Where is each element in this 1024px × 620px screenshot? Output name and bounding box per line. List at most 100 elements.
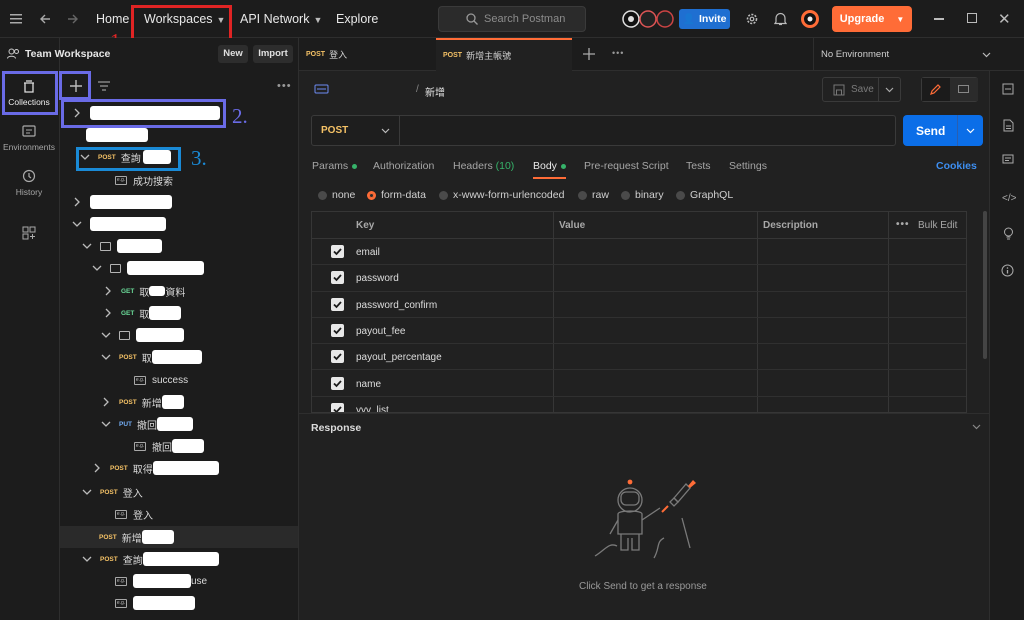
request-item-get[interactable]: GET 取 xyxy=(103,304,182,322)
table-options-icon[interactable]: ••• xyxy=(896,219,910,230)
menu-icon[interactable] xyxy=(10,14,22,24)
tab-tests[interactable]: Tests xyxy=(686,160,711,172)
example-item[interactable]: e.g. xyxy=(115,594,195,612)
row-checkbox[interactable] xyxy=(331,402,344,412)
row-key[interactable]: payout_fee xyxy=(356,326,406,337)
bulk-edit-link[interactable]: Bulk Edit xyxy=(918,220,957,231)
method-select[interactable]: POST xyxy=(312,116,400,145)
request-item-post-query2[interactable]: POST 查詢 xyxy=(82,550,219,568)
table-row[interactable]: name xyxy=(312,371,966,397)
tab-params[interactable]: Params xyxy=(312,160,358,172)
request-item-get[interactable]: GET 取 資料 xyxy=(103,282,185,300)
info-icon[interactable] xyxy=(1001,264,1014,277)
nav-api-network[interactable]: API Network ▼ xyxy=(240,12,322,26)
send-button[interactable]: Send xyxy=(903,115,983,146)
sidebar-search-input[interactable] xyxy=(119,78,269,96)
more-options-icon[interactable]: ••• xyxy=(277,80,292,92)
row-key[interactable]: payout_percentage xyxy=(356,352,442,363)
radio-graphql[interactable]: GraphQL xyxy=(676,189,733,201)
import-button[interactable]: Import xyxy=(253,45,293,63)
table-row[interactable]: password_confirm xyxy=(312,292,966,318)
radio-x-www-form-urlencoded[interactable]: x-www-form-urlencoded xyxy=(439,189,564,201)
cookies-link[interactable]: Cookies xyxy=(936,160,977,172)
url-input[interactable] xyxy=(402,116,892,145)
tab-authorization[interactable]: Authorization xyxy=(373,160,434,172)
request-item-put[interactable]: PUT 撤回 xyxy=(101,415,193,433)
invite-button[interactable]: 👤 Invite xyxy=(679,9,730,29)
example-item[interactable]: e.g. 撤回 xyxy=(134,437,204,455)
list-item[interactable] xyxy=(72,215,166,233)
documentation-icon[interactable] xyxy=(1003,119,1014,132)
request-item-post[interactable]: POST 新增 xyxy=(101,393,184,411)
table-scrollbar[interactable] xyxy=(983,211,987,359)
list-item[interactable] xyxy=(86,126,148,144)
tab-body[interactable]: Body xyxy=(533,160,566,172)
table-row[interactable]: payout_percentage xyxy=(312,344,966,371)
list-item[interactable] xyxy=(72,193,172,211)
api-icon[interactable] xyxy=(1002,83,1014,95)
rail-configure-workbench[interactable] xyxy=(0,226,58,244)
row-checkbox[interactable] xyxy=(331,271,344,285)
row-checkbox[interactable] xyxy=(331,245,344,258)
save-button[interactable]: Save xyxy=(822,77,901,102)
code-snippet-icon[interactable]: </> xyxy=(1002,193,1016,204)
view-mode-toggle[interactable] xyxy=(921,77,978,102)
request-item-post[interactable]: POST 取得 xyxy=(92,459,219,477)
tab-pre-request-script[interactable]: Pre-request Script xyxy=(584,160,669,172)
nav-home[interactable]: Home xyxy=(96,12,129,26)
tab-headers[interactable]: Headers (10) xyxy=(453,160,514,172)
row-key[interactable]: password_confirm xyxy=(356,300,437,311)
radio-none[interactable]: none xyxy=(318,189,355,201)
example-item[interactable]: e.g. 登入 xyxy=(115,505,153,523)
row-checkbox[interactable] xyxy=(331,350,344,364)
user-avatar[interactable] xyxy=(800,9,820,29)
row-key[interactable]: password xyxy=(356,273,399,284)
search-input[interactable]: Search Postman xyxy=(438,6,586,32)
example-item[interactable]: e.g. 成功搜索 xyxy=(115,171,173,189)
folder-item[interactable] xyxy=(92,259,204,277)
nav-explore[interactable]: Explore xyxy=(336,12,378,26)
back-arrow-icon[interactable] xyxy=(39,13,51,25)
notification-bell-icon[interactable] xyxy=(774,12,787,26)
minimize-window-icon[interactable] xyxy=(934,18,944,20)
folder-item[interactable] xyxy=(101,326,184,344)
example-item[interactable]: e.g. success xyxy=(134,371,188,389)
row-key[interactable]: email xyxy=(356,247,380,258)
comments-icon[interactable] xyxy=(1002,154,1014,166)
maximize-window-icon[interactable] xyxy=(967,13,977,23)
radio-binary[interactable]: binary xyxy=(621,189,664,201)
forward-arrow-icon[interactable] xyxy=(67,13,79,25)
new-button[interactable]: New xyxy=(218,45,248,63)
folder-item[interactable] xyxy=(82,237,162,255)
upgrade-button[interactable]: Upgrade ▼ xyxy=(832,6,912,32)
table-row[interactable]: yyy_list xyxy=(312,397,966,412)
request-item-post[interactable]: POST 取 xyxy=(101,348,202,366)
settings-gear-icon[interactable] xyxy=(745,12,759,26)
row-checkbox[interactable] xyxy=(331,297,344,311)
example-item[interactable]: e.g. use xyxy=(115,572,207,590)
row-checkbox[interactable] xyxy=(331,323,344,337)
table-row[interactable]: email xyxy=(312,239,966,266)
filter-icon[interactable] xyxy=(98,81,110,91)
related-lightbulb-icon[interactable] xyxy=(1003,227,1014,241)
row-checkbox[interactable] xyxy=(331,376,344,390)
request-item-post-add[interactable]: POST 新增 xyxy=(99,528,174,546)
rail-history[interactable]: History xyxy=(0,169,58,197)
comment-mode-button[interactable] xyxy=(950,78,978,101)
team-avatars[interactable] xyxy=(622,10,674,28)
row-key[interactable]: yyy_list xyxy=(356,405,389,412)
tab-new-main-account[interactable]: POST 新增主帳號 xyxy=(436,38,572,71)
environment-selector[interactable]: No Environment xyxy=(821,38,991,71)
tab-settings[interactable]: Settings xyxy=(729,160,767,172)
request-item-post-login[interactable]: POST 登入 xyxy=(82,483,143,501)
row-key[interactable]: name xyxy=(356,379,381,390)
rail-environments[interactable]: Environments xyxy=(0,125,58,152)
close-window-icon[interactable]: ✕ xyxy=(998,10,1011,28)
edit-mode-button[interactable] xyxy=(922,78,950,101)
table-row[interactable]: password xyxy=(312,265,966,292)
tabs-more-icon[interactable]: ••• xyxy=(612,48,624,58)
table-row[interactable]: payout_fee xyxy=(312,318,966,345)
new-tab-plus-icon[interactable] xyxy=(583,48,595,60)
radio-raw[interactable]: raw xyxy=(578,189,609,201)
radio-form-data[interactable]: form-data xyxy=(367,189,426,201)
